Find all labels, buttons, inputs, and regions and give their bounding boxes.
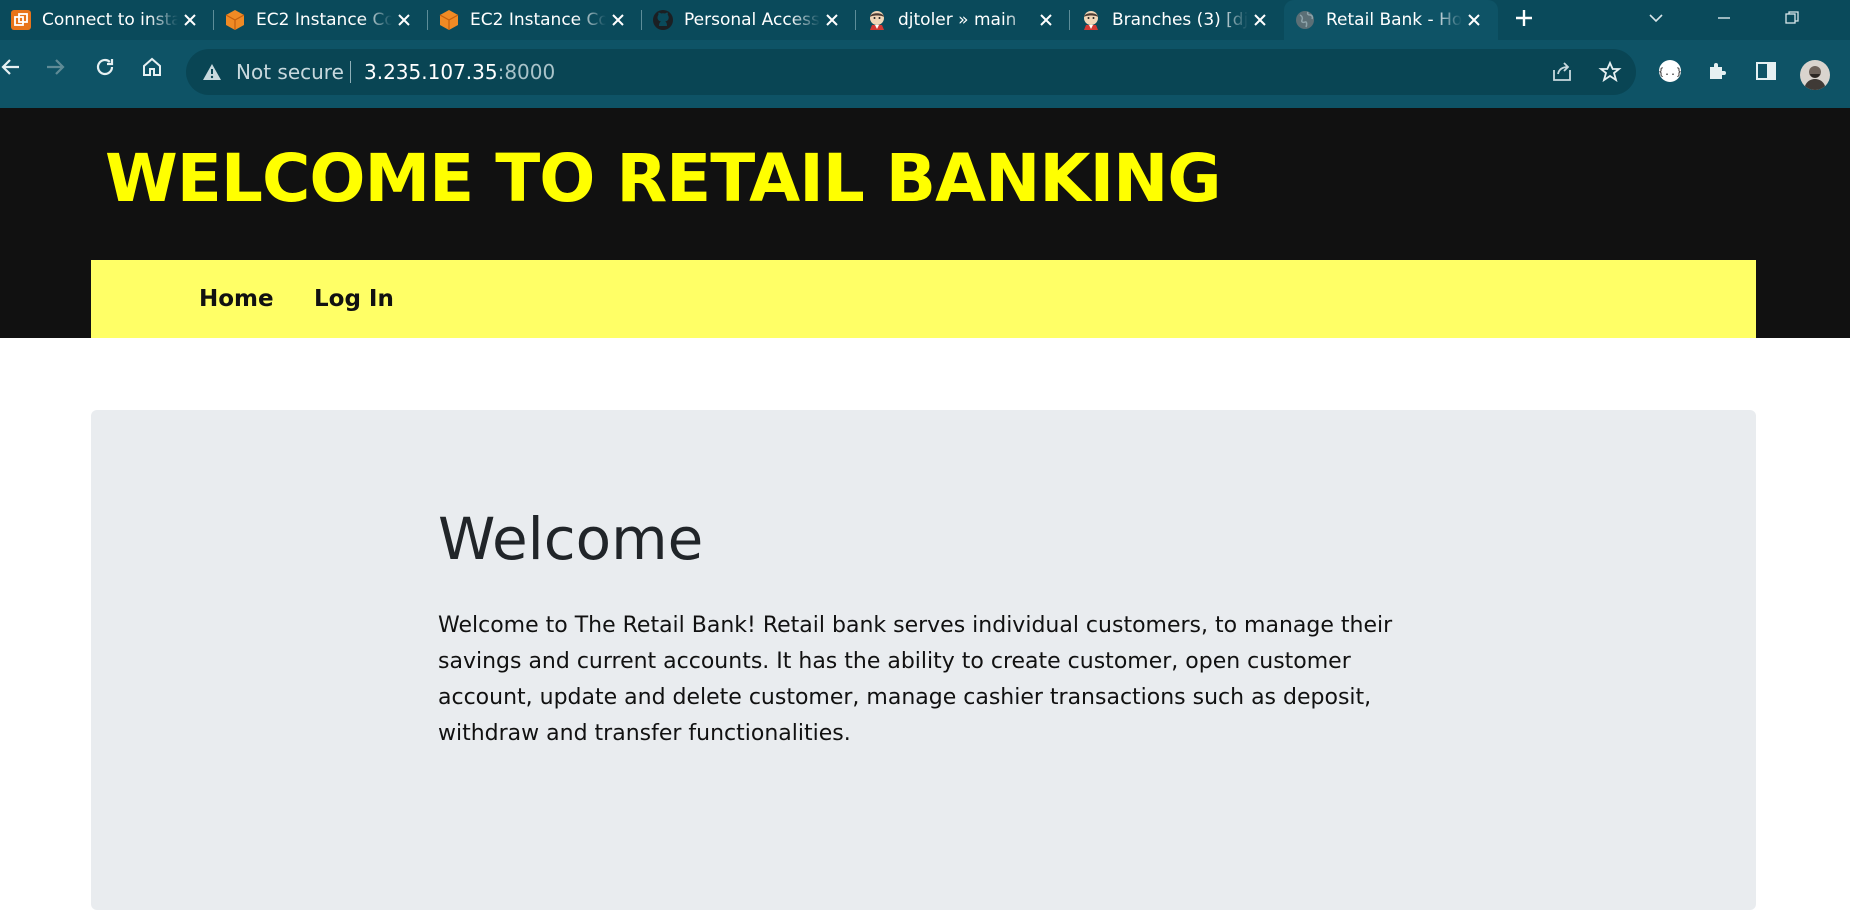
navbar: Home Log In (91, 260, 1756, 338)
tab-title: EC2 Instance Connect (470, 10, 606, 30)
close-tab-icon[interactable] (1250, 10, 1270, 30)
tab-title: djtoler » main (898, 10, 1017, 30)
close-tab-icon[interactable] (394, 10, 414, 30)
share-icon[interactable] (1550, 60, 1574, 84)
security-label[interactable]: Not secure (236, 60, 344, 84)
minimize-icon (1716, 10, 1732, 30)
side-panel-icon (1754, 59, 1778, 87)
url-text[interactable]: 3.235.107.35:8000 (364, 60, 555, 84)
plus-icon (1514, 8, 1534, 32)
arrow-right-icon (44, 56, 66, 82)
browser-tab[interactable]: Branches (3) [djtoler] (1070, 0, 1284, 40)
profile-avatar[interactable] (1800, 60, 1830, 90)
globe-icon (1294, 9, 1316, 31)
browser-tab[interactable]: EC2 Instance Connect (214, 0, 428, 40)
browser-tab[interactable]: Connect to instance (0, 0, 214, 40)
address-divider (350, 61, 351, 83)
welcome-description: Welcome to The Retail Bank! Retail bank … (438, 613, 1393, 746)
jenkins-icon (1080, 9, 1102, 31)
tab-title: Retail Bank - Home (1326, 10, 1462, 30)
close-tab-icon[interactable] (1036, 10, 1056, 30)
tab-search-button[interactable] (1640, 4, 1672, 36)
aws-ec2-icon (438, 9, 460, 31)
welcome-heading: Welcome (438, 505, 704, 573)
url-host: 3.235.107.35 (364, 60, 498, 84)
back-button[interactable] (0, 54, 26, 84)
svg-text:{..}: {..} (1658, 67, 1682, 78)
web-page: WELCOME TO RETAIL BANKING Home Log In We… (0, 108, 1850, 910)
nav-link-login[interactable]: Log In (314, 284, 394, 314)
github-icon (652, 9, 674, 31)
tab-title: Connect to instance (42, 10, 178, 30)
browser-tab[interactable]: djtoler » main (856, 0, 1070, 40)
restore-window-button[interactable] (1776, 4, 1808, 36)
side-panel-button[interactable] (1752, 59, 1780, 87)
aws-connect-icon (10, 9, 32, 31)
extension-button[interactable]: {..} (1656, 59, 1684, 87)
aws-ec2-icon (224, 9, 246, 31)
browser-tab-strip: Connect to instance EC2 Instance Connect… (0, 0, 1850, 40)
minimize-window-button[interactable] (1708, 4, 1740, 36)
forward-button[interactable] (40, 54, 70, 84)
close-tab-icon[interactable] (822, 10, 842, 30)
new-tab-button[interactable] (1510, 6, 1538, 34)
close-tab-icon[interactable] (180, 10, 200, 30)
restore-icon (1784, 10, 1800, 30)
tab-title: Personal Access Tokens (684, 10, 820, 30)
extensions-menu-button[interactable] (1704, 59, 1732, 87)
chevron-down-icon (1648, 10, 1664, 30)
address-bar[interactable]: Not secure 3.235.107.35:8000 (186, 49, 1636, 95)
json-extension-icon: {..} (1657, 58, 1683, 88)
site-title: WELCOME TO RETAIL BANKING (105, 140, 1222, 217)
tab-title: EC2 Instance Connect (256, 10, 392, 30)
close-tab-icon[interactable] (1464, 10, 1484, 30)
browser-toolbar: Not secure 3.235.107.35:8000 {..} (0, 40, 1850, 108)
site-header: WELCOME TO RETAIL BANKING Home Log In (0, 108, 1850, 338)
bookmark-star-icon[interactable] (1598, 60, 1622, 84)
jenkins-icon (866, 9, 888, 31)
browser-tab[interactable]: Personal Access Tokens (642, 0, 856, 40)
arrow-left-icon (0, 56, 22, 82)
browser-tab[interactable]: EC2 Instance Connect (428, 0, 642, 40)
browser-tab-active[interactable]: Retail Bank - Home (1284, 0, 1498, 40)
home-icon (141, 56, 163, 82)
url-port: :8000 (497, 60, 556, 84)
tab-title: Branches (3) [djtoler] (1112, 10, 1248, 30)
nav-link-home[interactable]: Home (199, 284, 274, 314)
reload-icon (94, 56, 116, 82)
warning-triangle-icon[interactable] (202, 62, 222, 82)
welcome-jumbotron: Welcome Welcome to The Retail Bank! Reta… (91, 410, 1756, 910)
close-tab-icon[interactable] (608, 10, 628, 30)
home-button[interactable] (137, 54, 167, 84)
puzzle-icon (1706, 59, 1730, 87)
reload-button[interactable] (90, 54, 120, 84)
